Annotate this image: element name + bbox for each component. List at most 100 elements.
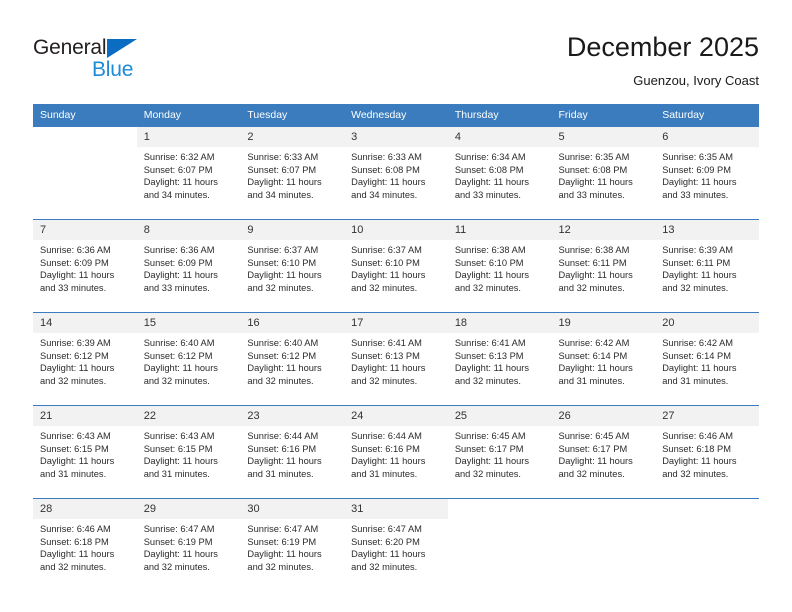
day-sunrise-text: Sunrise: 6:43 AM — [143, 431, 215, 441]
calendar-day-cell[interactable]: 14 Sunrise: 6:39 AM Sunset: 6:12 PM Dayligh… — [33, 312, 137, 401]
calendar-day-cell[interactable]: 23 Sunrise: 6:44 AM Sunset: 6:16 PM Dayligh… — [240, 405, 345, 494]
day-number: 22 — [136, 406, 241, 426]
day-cell-details: Sunrise: 6:42 AM Sunset: 6:14 PM Daylight:… — [552, 333, 656, 387]
calendar-day-cell[interactable]: 22 Sunrise: 6:43 AM Sunset: 6:15 PM Dayligh… — [136, 405, 241, 494]
day-cell-inner: 9 Sunrise: 6:37 AM Sunset: 6:10 PM Daylight… — [240, 220, 345, 308]
day-number: 19 — [551, 313, 656, 333]
day-sunrise-text: Sunrise: 6:47 AM — [351, 524, 422, 534]
day-cell-inner: 24 Sunrise: 6:44 AM Sunset: 6:16 PM Dayligh… — [344, 406, 448, 494]
day-cell-inner: 17 Sunrise: 6:41 AM Sunset: 6:13 PM Dayligh… — [344, 313, 448, 401]
day-daylight-line2-text: and 32 minutes. — [247, 561, 314, 572]
calendar-day-cell[interactable]: 21 Sunrise: 6:43 AM Sunset: 6:15 PM Dayligh… — [33, 405, 137, 494]
calendar-day-cell[interactable]: 19 Sunrise: 6:42 AM Sunset: 6:14 PM Dayligh… — [551, 312, 656, 401]
calendar-day-cell[interactable]: 9 Sunrise: 6:37 AM Sunset: 6:10 PM Daylight… — [240, 219, 345, 308]
day-sunrise-text: Sunrise: 6:47 AM — [247, 524, 319, 534]
day-sunset-text: Sunset: 6:19 PM — [247, 536, 317, 547]
calendar-day-cell[interactable]: 27 Sunrise: 6:46 AM Sunset: 6:18 PM Dayligh… — [655, 405, 759, 494]
day-daylight-line1-text: Daylight: 11 hours — [558, 177, 633, 188]
calendar-day-cell[interactable]: 5 Sunrise: 6:35 AM Sunset: 6:08 PM Daylight… — [551, 127, 656, 215]
day-sunrise-text: Sunrise: 6:46 AM — [662, 431, 734, 441]
calendar-week-row: 28 Sunrise: 6:46 AM Sunset: 6:18 PM Dayligh… — [33, 498, 759, 587]
calendar-day-cell[interactable]: 26 Sunrise: 6:45 AM Sunset: 6:17 PM Dayligh… — [551, 405, 656, 494]
day-daylight-line2-text: and 32 minutes. — [40, 375, 107, 386]
calendar-day-cell[interactable]: 15 Sunrise: 6:40 AM Sunset: 6:12 PM Dayligh… — [136, 312, 241, 401]
day-cell-details: Sunrise: 6:33 AM Sunset: 6:07 PM Daylight:… — [240, 147, 344, 201]
day-daylight-line2-text: and 32 minutes. — [454, 468, 521, 479]
calendar-day-cell[interactable]: 11 Sunrise: 6:38 AM Sunset: 6:10 PM Dayligh… — [447, 219, 552, 308]
day-number: 14 — [33, 313, 137, 333]
calendar-day-cell[interactable]: 25 Sunrise: 6:45 AM Sunset: 6:17 PM Dayligh… — [447, 405, 552, 494]
day-sunrise-text: Sunrise: 6:38 AM — [454, 245, 526, 255]
day-sunset-text: Sunset: 6:17 PM — [454, 443, 524, 454]
day-sunrise-text: Sunrise: 6:41 AM — [454, 338, 526, 348]
day-daylight-line2-text: and 32 minutes. — [143, 375, 210, 386]
day-daylight-line2-text: and 32 minutes. — [40, 561, 107, 572]
day-daylight-line2-text: and 34 minutes. — [351, 189, 418, 200]
day-daylight-line2-text: and 33 minutes. — [454, 189, 521, 200]
calendar-day-cell[interactable]: 30 Sunrise: 6:47 AM Sunset: 6:19 PM Dayligh… — [240, 498, 345, 587]
day-daylight-line2-text: and 31 minutes. — [662, 375, 729, 386]
day-cell-inner: 11 Sunrise: 6:38 AM Sunset: 6:10 PM Dayligh… — [447, 220, 552, 308]
calendar-day-cell[interactable]: 2 Sunrise: 6:33 AM Sunset: 6:07 PM Daylight… — [240, 127, 345, 215]
day-daylight-line2-text: and 31 minutes. — [247, 468, 314, 479]
day-number: 23 — [240, 406, 345, 426]
calendar-day-cell[interactable]: 8 Sunrise: 6:36 AM Sunset: 6:09 PM Daylight… — [136, 219, 241, 308]
day-sunset-text: Sunset: 6:18 PM — [662, 443, 731, 454]
day-cell-details: Sunrise: 6:46 AM Sunset: 6:18 PM Daylight:… — [33, 519, 137, 573]
day-daylight-line1-text: Daylight: 11 hours — [247, 177, 322, 188]
day-cell-inner: 16 Sunrise: 6:40 AM Sunset: 6:12 PM Dayligh… — [240, 313, 345, 401]
day-daylight-line1-text: Daylight: 11 hours — [40, 456, 115, 467]
day-sunrise-text: Sunrise: 6:36 AM — [40, 245, 111, 255]
calendar-day-cell[interactable]: 7 Sunrise: 6:36 AM Sunset: 6:09 PM Daylight… — [33, 219, 137, 308]
calendar-day-cell[interactable]: 3 Sunrise: 6:33 AM Sunset: 6:08 PM Daylight… — [344, 127, 448, 215]
day-cell-inner: 18 Sunrise: 6:41 AM Sunset: 6:13 PM Dayligh… — [447, 313, 552, 401]
calendar-day-cell[interactable]: 16 Sunrise: 6:40 AM Sunset: 6:12 PM Dayligh… — [240, 312, 345, 401]
day-cell-inner: 29 Sunrise: 6:47 AM Sunset: 6:19 PM Dayligh… — [136, 499, 241, 587]
day-sunset-text: Sunset: 6:14 PM — [558, 350, 628, 361]
day-sunset-text: Sunset: 6:20 PM — [351, 536, 420, 547]
day-cell-inner: 10 Sunrise: 6:37 AM Sunset: 6:10 PM Dayligh… — [344, 220, 448, 308]
calendar-day-cell[interactable]: 17 Sunrise: 6:41 AM Sunset: 6:13 PM Dayligh… — [344, 312, 448, 401]
calendar-day-cell[interactable]: 13 Sunrise: 6:39 AM Sunset: 6:11 PM Dayligh… — [655, 219, 759, 308]
calendar-day-cell[interactable]: 29 Sunrise: 6:47 AM Sunset: 6:19 PM Dayligh… — [136, 498, 241, 587]
weekday-header-monday: Monday — [136, 104, 241, 127]
calendar-day-cell[interactable]: 12 Sunrise: 6:38 AM Sunset: 6:11 PM Dayligh… — [551, 219, 656, 308]
day-number: 6 — [655, 127, 759, 147]
title-block: December 2025 Guenzou, Ivory Coast — [567, 30, 759, 91]
calendar-day-cell[interactable]: 24 Sunrise: 6:44 AM Sunset: 6:16 PM Dayligh… — [344, 405, 448, 494]
calendar-day-cell[interactable]: 31 Sunrise: 6:47 AM Sunset: 6:20 PM Dayligh… — [344, 498, 448, 587]
day-sunset-text: Sunset: 6:11 PM — [558, 257, 627, 268]
day-daylight-line1-text: Daylight: 11 hours — [351, 363, 426, 374]
calendar-day-cell[interactable]: 20 Sunrise: 6:42 AM Sunset: 6:14 PM Dayligh… — [655, 312, 759, 401]
day-sunrise-text: Sunrise: 6:37 AM — [351, 245, 422, 255]
day-number: 4 — [447, 127, 552, 147]
calendar-day-cell-empty — [551, 498, 656, 587]
day-cell-inner: 20 Sunrise: 6:42 AM Sunset: 6:14 PM Dayligh… — [655, 313, 759, 401]
page-subtitle: Guenzou, Ivory Coast — [633, 73, 759, 88]
calendar-day-cell[interactable]: 18 Sunrise: 6:41 AM Sunset: 6:13 PM Dayligh… — [447, 312, 552, 401]
day-number: 11 — [447, 220, 552, 240]
day-daylight-line2-text: and 32 minutes. — [454, 375, 521, 386]
day-number — [551, 499, 656, 519]
day-number: 15 — [136, 313, 241, 333]
day-daylight-line2-text: and 32 minutes. — [662, 468, 729, 479]
calendar-day-cell[interactable]: 4 Sunrise: 6:34 AM Sunset: 6:08 PM Daylight… — [447, 127, 552, 215]
day-daylight-line2-text: and 31 minutes. — [558, 375, 625, 386]
day-cell-inner: 19 Sunrise: 6:42 AM Sunset: 6:14 PM Dayligh… — [551, 313, 656, 401]
calendar-day-cell[interactable]: 1 Sunrise: 6:32 AM Sunset: 6:07 PM Daylight… — [136, 127, 241, 215]
day-cell-inner: 8 Sunrise: 6:36 AM Sunset: 6:09 PM Daylight… — [136, 220, 241, 308]
weekday-header-thursday: Thursday — [447, 104, 552, 127]
day-sunset-text: Sunset: 6:19 PM — [143, 536, 213, 547]
day-cell-details: Sunrise: 6:41 AM Sunset: 6:13 PM Daylight:… — [344, 333, 448, 387]
generalblue-logo[interactable]: General Blue — [33, 36, 153, 84]
calendar-day-cell[interactable]: 10 Sunrise: 6:37 AM Sunset: 6:10 PM Dayligh… — [344, 219, 448, 308]
calendar-day-cell[interactable]: 6 Sunrise: 6:35 AM Sunset: 6:09 PM Daylight… — [655, 127, 759, 215]
calendar-day-cell[interactable]: 28 Sunrise: 6:46 AM Sunset: 6:18 PM Dayligh… — [33, 498, 137, 587]
day-sunset-text: Sunset: 6:13 PM — [351, 350, 420, 361]
day-daylight-line1-text: Daylight: 11 hours — [454, 177, 530, 188]
day-cell-inner — [447, 499, 552, 587]
day-cell-details: Sunrise: 6:36 AM Sunset: 6:09 PM Daylight:… — [33, 240, 137, 294]
day-daylight-line1-text: Daylight: 11 hours — [662, 363, 737, 374]
day-daylight-line1-text: Daylight: 11 hours — [143, 549, 218, 560]
day-sunrise-text: Sunrise: 6:43 AM — [40, 431, 111, 441]
